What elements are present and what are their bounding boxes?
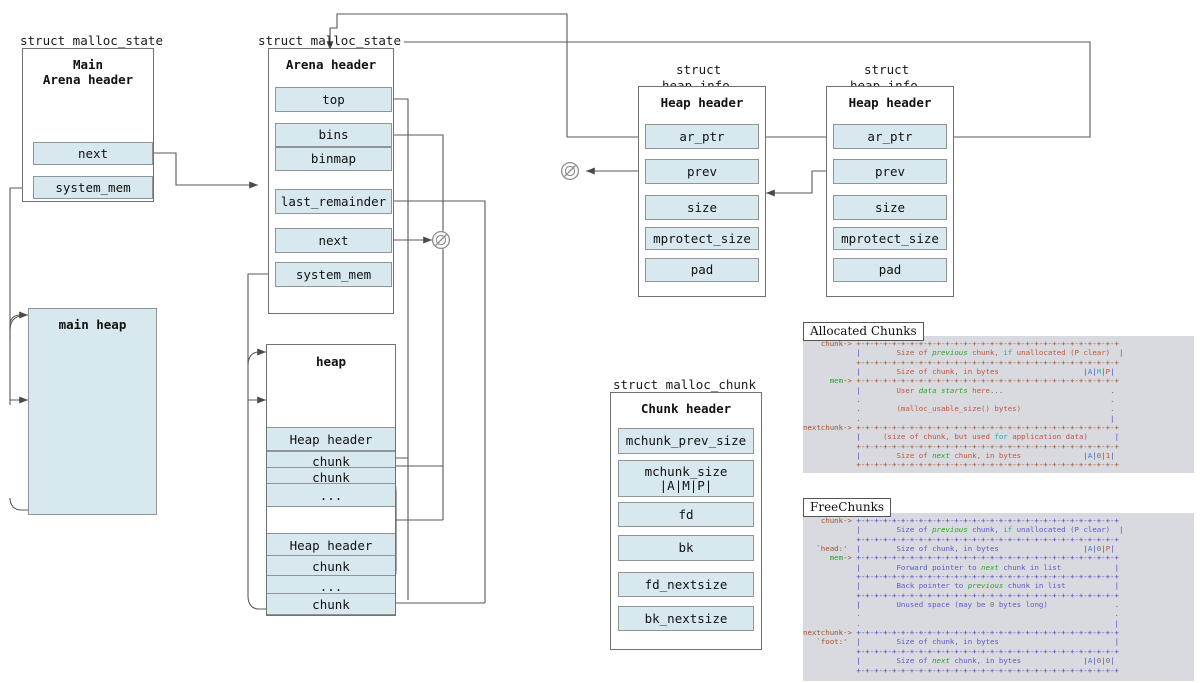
field-heap1-mprotect-size[interactable]: mprotect_size (645, 227, 759, 250)
field-chunk-mchunk-prev-size[interactable]: mchunk_prev_size (618, 428, 754, 454)
field-heap2-size[interactable]: size (833, 195, 947, 220)
field-main-arena-system-mem[interactable]: system_mem (33, 176, 153, 199)
heap-info-right-title: Heap header (827, 95, 953, 110)
allocated-chunks-art: chunk-> +-+-+-+-+-+-+-+-+-+-+-+-+-+-+-+-… (803, 336, 1194, 472)
diagram-canvas: struct malloc_state Main Arena header ne… (0, 0, 1200, 683)
allocated-chunks-label: Allocated Chunks (803, 322, 924, 341)
caption-heap-info-2-line1: struct (864, 62, 909, 77)
field-chunk-bk-nextsize[interactable]: bk_nextsize (618, 606, 754, 631)
heap-segment-chunk-4[interactable]: chunk (267, 593, 395, 615)
allocated-chunks-panel: chunk-> +-+-+-+-+-+-+-+-+-+-+-+-+-+-+-+-… (803, 336, 1194, 473)
field-arena-system-mem[interactable]: system_mem (275, 262, 392, 287)
free-chunks-art: chunk-> +-+-+-+-+-+-+-+-+-+-+-+-+-+-+-+-… (803, 513, 1194, 677)
field-arena-top[interactable]: top (275, 87, 392, 112)
mchunk-size-label: mchunk_size (645, 465, 728, 479)
heap-segment-chunk-3[interactable]: chunk (267, 555, 395, 577)
field-chunk-fd[interactable]: fd (618, 502, 754, 527)
free-chunks-label: FreeChunks (803, 498, 891, 517)
heap-segment-heap-header-2[interactable]: Heap header (267, 533, 395, 557)
mchunk-size-flags: |A|M|P| (660, 479, 713, 493)
heap-segment-heap-header-1[interactable]: Heap header (267, 427, 395, 451)
field-heap2-ar-ptr[interactable]: ar_ptr (833, 124, 947, 149)
field-main-arena-next[interactable]: next (33, 142, 153, 165)
arena-title: Arena header (269, 57, 393, 72)
caption-heap-info-1-line1: struct (676, 62, 721, 77)
main-arena-title-line1: Main (23, 57, 153, 72)
caption-malloc-chunk-struct: struct malloc_chunk (613, 377, 756, 392)
null-pointer-icon-2 (562, 163, 579, 180)
caption-arena-struct: struct malloc_state (258, 33, 401, 48)
heap-segment-ellipsis-1[interactable]: ... (267, 483, 395, 507)
free-chunks-panel: chunk-> +-+-+-+-+-+-+-+-+-+-+-+-+-+-+-+-… (803, 513, 1194, 681)
field-heap1-prev[interactable]: prev (645, 159, 759, 184)
caption-main-arena-struct: struct malloc_state (20, 33, 163, 48)
field-heap1-ar-ptr[interactable]: ar_ptr (645, 124, 759, 149)
field-chunk-fd-nextsize[interactable]: fd_nextsize (618, 572, 754, 597)
field-heap2-pad[interactable]: pad (833, 258, 947, 282)
field-arena-binmap[interactable]: binmap (275, 147, 392, 171)
null-pointer-icon-1 (433, 232, 450, 249)
heap-segment-gap (267, 507, 395, 533)
field-heap1-size[interactable]: size (645, 195, 759, 220)
field-heap1-pad[interactable]: pad (645, 258, 759, 282)
field-arena-bins[interactable]: bins (275, 123, 392, 147)
heap-info-left-title: Heap header (639, 95, 765, 110)
field-heap2-mprotect-size[interactable]: mprotect_size (833, 227, 947, 250)
field-chunk-mchunk-size[interactable]: mchunk_size |A|M|P| (618, 460, 754, 497)
main-arena-title-line2: Arena header (23, 72, 153, 87)
main-heap-box[interactable]: main heap (28, 308, 157, 515)
main-heap-label: main heap (29, 317, 156, 332)
malloc-chunk-title: Chunk header (611, 401, 761, 416)
heap-title: heap (267, 354, 395, 369)
heap-box: heap Heap header chunk chunk ... Heap he… (266, 344, 396, 616)
field-arena-next[interactable]: next (275, 228, 392, 253)
field-chunk-bk[interactable]: bk (618, 535, 754, 561)
field-arena-last-remainder[interactable]: last_remainder (275, 189, 392, 214)
field-heap2-prev[interactable]: prev (833, 159, 947, 184)
